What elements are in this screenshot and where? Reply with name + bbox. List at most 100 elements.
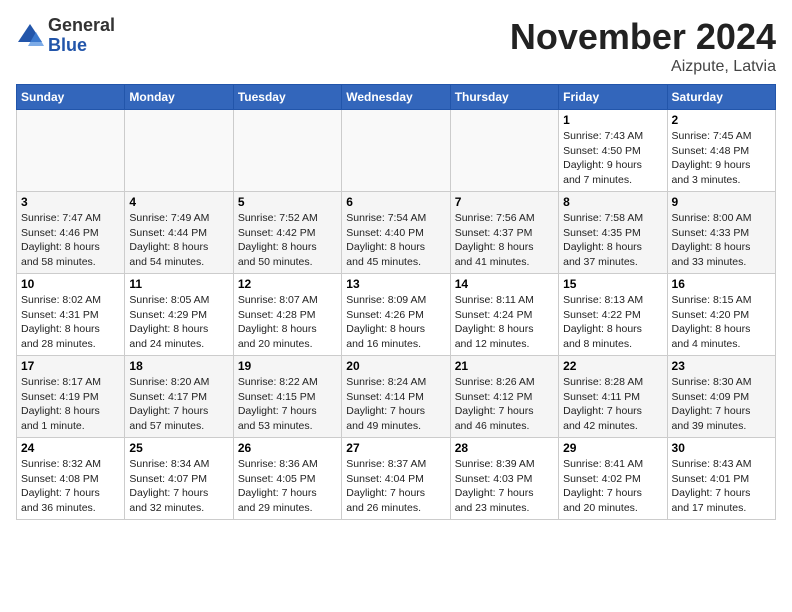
- header: General Blue November 2024 Aizpute, Latv…: [16, 16, 776, 76]
- calendar-cell: 15 Sunrise: 8:13 AM Sunset: 4:22 PM Dayli…: [559, 274, 667, 356]
- day-number: 9: [672, 195, 771, 209]
- day-number: 12: [238, 277, 337, 291]
- day-info: Sunrise: 8:15 AM Sunset: 4:20 PM Dayligh…: [672, 293, 771, 352]
- day-number: 28: [455, 441, 554, 455]
- day-info: Sunrise: 8:11 AM Sunset: 4:24 PM Dayligh…: [455, 293, 554, 352]
- day-info: Sunrise: 7:56 AM Sunset: 4:37 PM Dayligh…: [455, 211, 554, 270]
- calendar-cell: 12 Sunrise: 8:07 AM Sunset: 4:28 PM Dayli…: [233, 274, 341, 356]
- day-info: Sunrise: 8:13 AM Sunset: 4:22 PM Dayligh…: [563, 293, 662, 352]
- calendar-cell: 2 Sunrise: 7:45 AM Sunset: 4:48 PM Daylig…: [667, 110, 775, 192]
- calendar-week-row: 17 Sunrise: 8:17 AM Sunset: 4:19 PM Dayli…: [17, 356, 776, 438]
- day-info: Sunrise: 8:37 AM Sunset: 4:04 PM Dayligh…: [346, 457, 445, 516]
- logo-text: General Blue: [48, 16, 115, 56]
- calendar-cell: 30Sunrise: 8:43 AM Sunset: 4:01 PM Dayli…: [667, 438, 775, 520]
- day-number: 15: [563, 277, 662, 291]
- day-number: 17: [21, 359, 120, 373]
- calendar-cell: 19 Sunrise: 8:22 AM Sunset: 4:15 PM Dayli…: [233, 356, 341, 438]
- calendar-cell: [342, 110, 450, 192]
- day-info: Sunrise: 7:49 AM Sunset: 4:44 PM Dayligh…: [129, 211, 228, 270]
- logo-general: General: [48, 16, 115, 36]
- day-number: 10: [21, 277, 120, 291]
- day-number: 13: [346, 277, 445, 291]
- day-number: 6: [346, 195, 445, 209]
- location: Aizpute, Latvia: [510, 58, 776, 76]
- day-number: 3: [21, 195, 120, 209]
- day-info: Sunrise: 8:22 AM Sunset: 4:15 PM Dayligh…: [238, 375, 337, 434]
- day-number: 14: [455, 277, 554, 291]
- day-number: 8: [563, 195, 662, 209]
- day-info: Sunrise: 8:00 AM Sunset: 4:33 PM Dayligh…: [672, 211, 771, 270]
- calendar-week-row: 1 Sunrise: 7:43 AM Sunset: 4:50 PM Daylig…: [17, 110, 776, 192]
- calendar-cell: 16 Sunrise: 8:15 AM Sunset: 4:20 PM Dayli…: [667, 274, 775, 356]
- day-info: Sunrise: 8:09 AM Sunset: 4:26 PM Dayligh…: [346, 293, 445, 352]
- calendar-cell: [450, 110, 558, 192]
- day-number: 27: [346, 441, 445, 455]
- day-number: 18: [129, 359, 228, 373]
- calendar-cell: 5 Sunrise: 7:52 AM Sunset: 4:42 PM Daylig…: [233, 192, 341, 274]
- day-info: Sunrise: 8:39 AM Sunset: 4:03 PM Dayligh…: [455, 457, 554, 516]
- day-info: Sunrise: 8:02 AM Sunset: 4:31 PM Dayligh…: [21, 293, 120, 352]
- day-info: Sunrise: 7:45 AM Sunset: 4:48 PM Dayligh…: [672, 129, 771, 188]
- day-number: 2: [672, 113, 771, 127]
- day-number: 24: [21, 441, 120, 455]
- calendar-cell: 8 Sunrise: 7:58 AM Sunset: 4:35 PM Daylig…: [559, 192, 667, 274]
- calendar: SundayMondayTuesdayWednesdayThursdayFrid…: [16, 84, 776, 520]
- calendar-cell: 25Sunrise: 8:34 AM Sunset: 4:07 PM Dayli…: [125, 438, 233, 520]
- calendar-cell: [17, 110, 125, 192]
- day-number: 16: [672, 277, 771, 291]
- calendar-cell: 22Sunrise: 8:28 AM Sunset: 4:11 PM Dayli…: [559, 356, 667, 438]
- calendar-week-row: 10 Sunrise: 8:02 AM Sunset: 4:31 PM Dayli…: [17, 274, 776, 356]
- day-info: Sunrise: 7:58 AM Sunset: 4:35 PM Dayligh…: [563, 211, 662, 270]
- calendar-cell: 24 Sunrise: 8:32 AM Sunset: 4:08 PM Dayli…: [17, 438, 125, 520]
- logo-blue: Blue: [48, 36, 115, 56]
- logo-icon: [16, 22, 44, 50]
- calendar-cell: 21Sunrise: 8:26 AM Sunset: 4:12 PM Dayli…: [450, 356, 558, 438]
- day-number: 5: [238, 195, 337, 209]
- weekday-header: Friday: [559, 85, 667, 110]
- calendar-cell: 14 Sunrise: 8:11 AM Sunset: 4:24 PM Dayli…: [450, 274, 558, 356]
- calendar-cell: 6 Sunrise: 7:54 AM Sunset: 4:40 PM Daylig…: [342, 192, 450, 274]
- calendar-cell: [125, 110, 233, 192]
- weekday-header: Saturday: [667, 85, 775, 110]
- calendar-cell: 27 Sunrise: 8:37 AM Sunset: 4:04 PM Dayli…: [342, 438, 450, 520]
- day-info: Sunrise: 8:05 AM Sunset: 4:29 PM Dayligh…: [129, 293, 228, 352]
- calendar-cell: 11 Sunrise: 8:05 AM Sunset: 4:29 PM Dayli…: [125, 274, 233, 356]
- day-number: 30: [672, 441, 771, 455]
- weekday-header: Monday: [125, 85, 233, 110]
- calendar-cell: 28 Sunrise: 8:39 AM Sunset: 4:03 PM Dayli…: [450, 438, 558, 520]
- day-number: 23: [672, 359, 771, 373]
- day-number: 19: [238, 359, 337, 373]
- day-info: Sunrise: 8:41 AM Sunset: 4:02 PM Dayligh…: [563, 457, 662, 516]
- calendar-cell: 3Sunrise: 7:47 AM Sunset: 4:46 PM Daylig…: [17, 192, 125, 274]
- day-info: Sunrise: 7:54 AM Sunset: 4:40 PM Dayligh…: [346, 211, 445, 270]
- day-number: 29: [563, 441, 662, 455]
- day-info: Sunrise: 7:52 AM Sunset: 4:42 PM Dayligh…: [238, 211, 337, 270]
- logo: General Blue: [16, 16, 115, 56]
- day-number: 22: [563, 359, 662, 373]
- page: General Blue November 2024 Aizpute, Latv…: [0, 0, 792, 528]
- day-info: Sunrise: 7:43 AM Sunset: 4:50 PM Dayligh…: [563, 129, 662, 188]
- day-info: Sunrise: 8:32 AM Sunset: 4:08 PM Dayligh…: [21, 457, 120, 516]
- weekday-header: Tuesday: [233, 85, 341, 110]
- calendar-cell: 18Sunrise: 8:20 AM Sunset: 4:17 PM Dayli…: [125, 356, 233, 438]
- day-number: 1: [563, 113, 662, 127]
- day-info: Sunrise: 8:07 AM Sunset: 4:28 PM Dayligh…: [238, 293, 337, 352]
- day-number: 4: [129, 195, 228, 209]
- calendar-header-row: SundayMondayTuesdayWednesdayThursdayFrid…: [17, 85, 776, 110]
- weekday-header: Sunday: [17, 85, 125, 110]
- calendar-week-row: 24 Sunrise: 8:32 AM Sunset: 4:08 PM Dayli…: [17, 438, 776, 520]
- calendar-week-row: 3Sunrise: 7:47 AM Sunset: 4:46 PM Daylig…: [17, 192, 776, 274]
- title-area: November 2024 Aizpute, Latvia: [510, 16, 776, 76]
- day-info: Sunrise: 8:17 AM Sunset: 4:19 PM Dayligh…: [21, 375, 120, 434]
- calendar-cell: [233, 110, 341, 192]
- calendar-cell: 9 Sunrise: 8:00 AM Sunset: 4:33 PM Daylig…: [667, 192, 775, 274]
- day-number: 26: [238, 441, 337, 455]
- weekday-header: Thursday: [450, 85, 558, 110]
- day-info: Sunrise: 8:26 AM Sunset: 4:12 PM Dayligh…: [455, 375, 554, 434]
- calendar-cell: 29 Sunrise: 8:41 AM Sunset: 4:02 PM Dayli…: [559, 438, 667, 520]
- day-number: 11: [129, 277, 228, 291]
- day-info: Sunrise: 8:24 AM Sunset: 4:14 PM Dayligh…: [346, 375, 445, 434]
- month-title: November 2024: [510, 16, 776, 58]
- day-info: Sunrise: 8:34 AM Sunset: 4:07 PM Dayligh…: [129, 457, 228, 516]
- calendar-cell: 17 Sunrise: 8:17 AM Sunset: 4:19 PM Dayli…: [17, 356, 125, 438]
